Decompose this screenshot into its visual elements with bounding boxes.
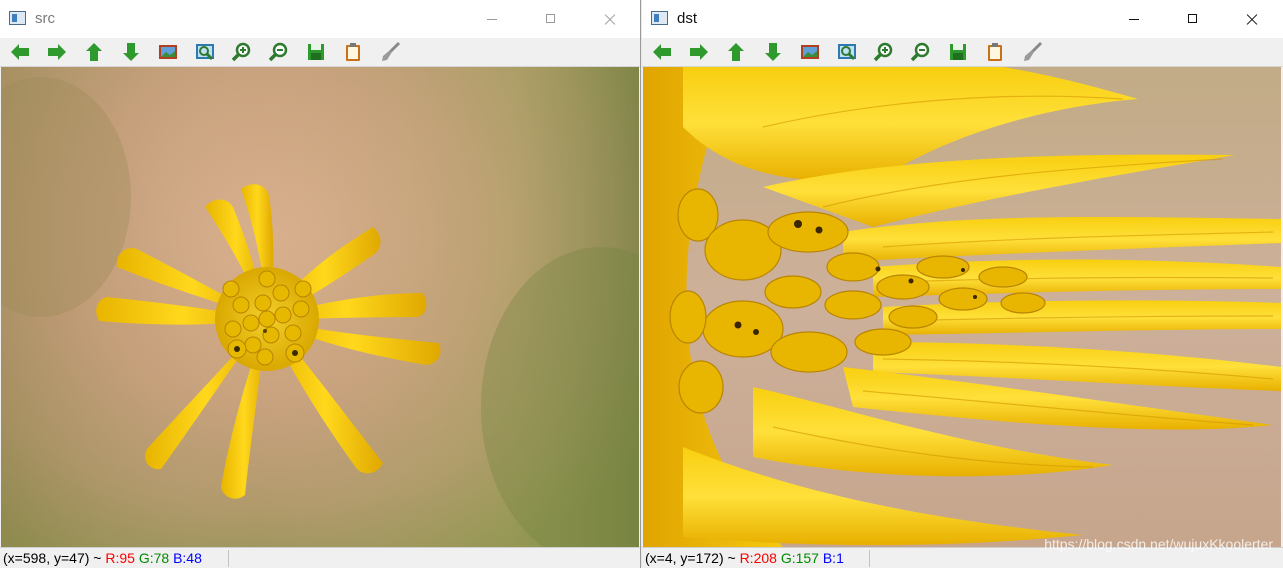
src-titlebar[interactable]: src bbox=[0, 0, 640, 38]
app-window-icon bbox=[651, 11, 668, 25]
copy-icon[interactable] bbox=[983, 41, 1007, 63]
dst-warped-flower-image bbox=[643, 67, 1281, 547]
copy-icon[interactable] bbox=[341, 41, 365, 63]
zoom-in-icon[interactable] bbox=[872, 41, 896, 63]
pan-up-icon[interactable] bbox=[82, 41, 106, 63]
app-window-icon bbox=[9, 11, 26, 25]
src-window-title: src bbox=[35, 10, 55, 27]
pan-down-icon[interactable] bbox=[761, 41, 785, 63]
zoom-out-icon[interactable] bbox=[267, 41, 291, 63]
dst-titlebar[interactable]: dst bbox=[642, 0, 1283, 38]
pan-right-icon[interactable] bbox=[687, 41, 711, 63]
pan-up-icon[interactable] bbox=[724, 41, 748, 63]
minimize-button[interactable] bbox=[1111, 0, 1157, 38]
dst-window[interactable]: dst (x=4, y=172) ~ R:208 G:157 B:1 https… bbox=[642, 0, 1283, 568]
dst-status-r: R:208 bbox=[739, 550, 777, 566]
maximize-button[interactable] bbox=[528, 0, 574, 38]
src-status-coords: (x=598, y=47) ~ bbox=[3, 550, 106, 566]
close-button[interactable] bbox=[587, 0, 633, 38]
dst-window-title: dst bbox=[677, 10, 698, 27]
watermark: https://blog.csdn.net/wujuxKkoolerter bbox=[1044, 536, 1273, 552]
src-status-b: B:48 bbox=[173, 550, 202, 566]
properties-icon[interactable] bbox=[1020, 41, 1044, 63]
src-statusbar: (x=598, y=47) ~ R:95 G:78 B:48 bbox=[0, 547, 640, 568]
dst-toolbar bbox=[642, 38, 1283, 67]
fit-window-icon[interactable] bbox=[156, 41, 180, 63]
dst-status-b: B:1 bbox=[822, 550, 844, 566]
zoom-in-icon[interactable] bbox=[230, 41, 254, 63]
src-toolbar bbox=[0, 38, 640, 67]
pan-left-icon[interactable] bbox=[8, 41, 32, 63]
src-image-canvas[interactable] bbox=[1, 67, 639, 547]
minimize-button[interactable] bbox=[469, 0, 515, 38]
close-button[interactable] bbox=[1229, 0, 1275, 38]
src-flower-image bbox=[1, 67, 639, 547]
save-icon[interactable] bbox=[304, 41, 328, 63]
fit-window-icon[interactable] bbox=[798, 41, 822, 63]
pan-right-icon[interactable] bbox=[45, 41, 69, 63]
pan-down-icon[interactable] bbox=[119, 41, 143, 63]
statusbar-divider bbox=[869, 550, 870, 567]
src-window[interactable]: src (x=598, y=47) ~ R:95 G:78 B:48 bbox=[0, 0, 641, 568]
properties-icon[interactable] bbox=[378, 41, 402, 63]
dst-image-canvas[interactable] bbox=[643, 67, 1281, 547]
save-icon[interactable] bbox=[946, 41, 970, 63]
maximize-button[interactable] bbox=[1170, 0, 1216, 38]
pan-left-icon[interactable] bbox=[650, 41, 674, 63]
src-status-r: R:95 bbox=[105, 550, 135, 566]
src-status-g: G:78 bbox=[138, 550, 170, 566]
dst-status-g: G:157 bbox=[780, 550, 819, 566]
statusbar-divider bbox=[228, 550, 229, 567]
zoom-area-icon[interactable] bbox=[193, 41, 217, 63]
dst-status-coords: (x=4, y=172) ~ bbox=[645, 550, 740, 566]
zoom-out-icon[interactable] bbox=[909, 41, 933, 63]
zoom-area-icon[interactable] bbox=[835, 41, 859, 63]
